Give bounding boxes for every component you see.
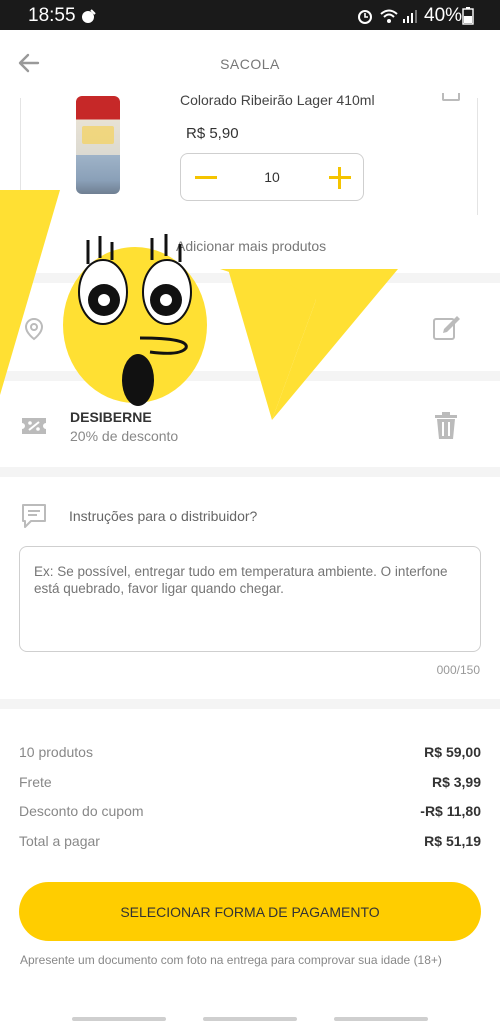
divider: [0, 273, 500, 283]
address-section: [0, 283, 500, 371]
summary-row-products: 10 produtos R$ 59,00: [19, 744, 481, 764]
system-nav-bar: [0, 1008, 500, 1028]
summary-label: Frete: [19, 774, 52, 790]
location-pin-icon: [24, 317, 44, 341]
battery-icon: [462, 7, 474, 25]
plus-icon: [338, 167, 341, 189]
summary-row-shipping: Frete R$ 3,99: [19, 774, 481, 794]
edit-address-icon[interactable]: [432, 313, 462, 341]
product-image: [76, 96, 120, 194]
divider: [0, 371, 500, 381]
instructions-label: Instruções para o distribuidor?: [69, 508, 258, 524]
select-payment-button[interactable]: SELECIONAR FORMA DE PAGAMENTO: [19, 882, 481, 941]
trash-icon[interactable]: [433, 412, 459, 440]
chat-icon: [22, 504, 46, 528]
instructions-input[interactable]: [19, 546, 481, 652]
app-bar: SACOLA: [0, 30, 500, 98]
divider: [0, 699, 500, 709]
summary-row-discount: Desconto do cupom -R$ 11,80: [19, 803, 481, 823]
alarm-icon: [358, 10, 372, 24]
character-counter: 000/150: [436, 663, 480, 677]
quantity-stepper: 10: [180, 153, 364, 201]
coupon-code: DESIBERNE: [70, 409, 152, 425]
status-bar: 18:55 40%: [0, 0, 500, 30]
product-name: Colorado Ribeirão Lager 410ml: [180, 92, 375, 108]
summary-value: -R$ 11,80: [420, 803, 481, 819]
summary-label: Total a pagar: [19, 833, 100, 849]
coupon-description: 20% de desconto: [70, 428, 179, 444]
summary-value: R$ 59,00: [424, 744, 481, 760]
battery-percent: 40%: [424, 5, 463, 26]
notification-icon: [82, 9, 96, 23]
nav-back-button[interactable]: [334, 1017, 428, 1021]
nav-home-button[interactable]: [203, 1017, 297, 1021]
wifi-icon: [380, 9, 398, 23]
coupon-icon: [22, 418, 46, 434]
age-disclaimer: Apresente um documento com foto na entre…: [20, 953, 442, 967]
summary-value: R$ 51,19: [424, 833, 481, 849]
nav-recent-button[interactable]: [72, 1017, 166, 1021]
divider: [0, 467, 500, 477]
summary-value: R$ 3,99: [431, 774, 481, 790]
remove-item-icon[interactable]: [442, 93, 460, 101]
signal-icon: [403, 10, 417, 23]
summary-row-total: Total a pagar R$ 51,19: [19, 833, 481, 853]
page-title: SACOLA: [220, 56, 280, 72]
summary-label: Desconto do cupom: [19, 803, 144, 819]
status-time: 18:55: [28, 5, 76, 26]
summary-label: 10 produtos: [19, 744, 93, 760]
add-more-products-link[interactable]: Adicionar mais produtos: [176, 238, 326, 254]
product-price: R$ 5,90: [186, 125, 239, 142]
